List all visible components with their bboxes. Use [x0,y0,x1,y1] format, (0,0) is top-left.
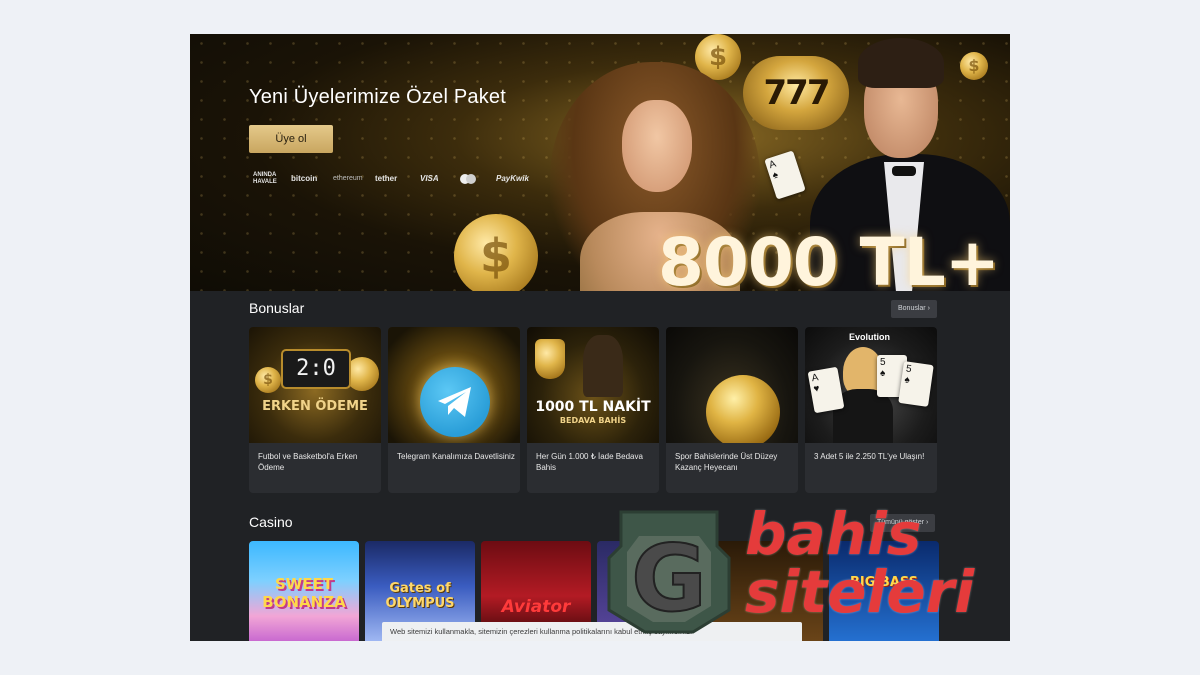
game-title: SWEET BONANZA [262,575,346,611]
playing-card-icon: 5 ♠ [898,361,934,407]
casino-game-tile[interactable]: SWEET BONANZA [249,541,359,641]
bonus-image [666,327,798,443]
bonus-card[interactable]: Evolution A ♥ 5 ♠ 5 ♠ 3 Adet 5 ile 2.250 TL… [805,327,937,493]
bonus-image-text: 1000 TL NAKİT [535,399,651,415]
payment-visa: VISA [420,174,439,183]
hero-title: Yeni Üyelerimize Özel Paket [249,86,506,108]
bonus-caption: 3 Adet 5 ile 2.250 TL'ye Ulaşın! [814,452,925,461]
bonus-caption: Her Gün 1.000 ₺ İade Bedava Bahis [536,452,643,472]
telegram-icon [420,367,490,437]
bonus-image-subtext: BEDAVA BAHİS [559,416,627,425]
bonuses-link[interactable]: Bonuslar › [891,300,937,318]
watermark-text-line2: siteleri [745,558,975,626]
bonus-caption: Spor Bahislerinde Üst Düzey Kazanç Heyec… [675,452,778,472]
casino-title: Casino [249,514,293,530]
payment-paykwik: PayKwik [496,174,529,183]
payment-bitcoin: bitcoin [291,174,318,183]
watermark-shield-logo: G [607,510,731,634]
bonus-image-text: ERKEN ÖDEME [262,399,368,414]
bonus-image: 1000 TL NAKİT BEDAVA BAHİS [527,327,659,443]
signup-button[interactable]: Üye ol [249,125,333,153]
hero-banner[interactable]: $ $ $ 777 A ♠ 8000 TL+ Yeni Üyelerimize Ö… [190,34,1010,291]
promo-amount: 8000 TL+ [658,224,1000,291]
payment-tether: tether [375,174,398,183]
bonus-card[interactable]: 1000 TL NAKİT BEDAVA BAHİS Her Gün 1.000… [527,327,659,493]
bonus-card[interactable]: Telegram Kanalımıza Davetlisiniz [388,327,520,493]
gold-coin: $ [255,367,281,393]
bonuses-title: Bonuslar [249,300,305,316]
cookie-notice: Web sitemizi kullanmakla, sitemizin çere… [382,622,802,641]
gold-coin: $ [454,214,538,291]
bonus-image [388,327,520,443]
player-image [583,335,623,397]
bonus-image: Evolution A ♥ 5 ♠ 5 ♠ [805,327,937,443]
bonus-card[interactable]: Spor Bahislerinde Üst Düzey Kazanç Heyec… [666,327,798,493]
bonus-caption: Futbol ve Basketbol'a Erken Ödeme [258,452,358,472]
mastercard-icon [460,172,496,186]
bonus-image: $ 2:0 ERKEN ÖDEME [249,327,381,443]
bonus-caption: Telegram Kanalımıza Davetlisiniz [397,452,515,461]
scoreboard: 2:0 [281,349,351,389]
payment-aninda-havale: ANINDA HAVALE [253,172,277,185]
game-title: Gates of OLYMPUS [385,581,455,611]
playing-card-icon: A ♥ [807,366,845,414]
svg-text:G: G [631,525,707,632]
trophy-icon [535,339,565,379]
payment-methods: ANINDA HAVALE bitcoin ethereum tether VI… [253,172,546,186]
evolution-logo: Evolution [849,332,890,342]
game-title: Aviator [501,597,571,617]
bonus-card[interactable]: $ 2:0 ERKEN ÖDEME Futbol ve Basketbol'a … [249,327,381,493]
golden-ball-icon [706,375,780,443]
payment-ethereum: ethereum [333,175,363,182]
